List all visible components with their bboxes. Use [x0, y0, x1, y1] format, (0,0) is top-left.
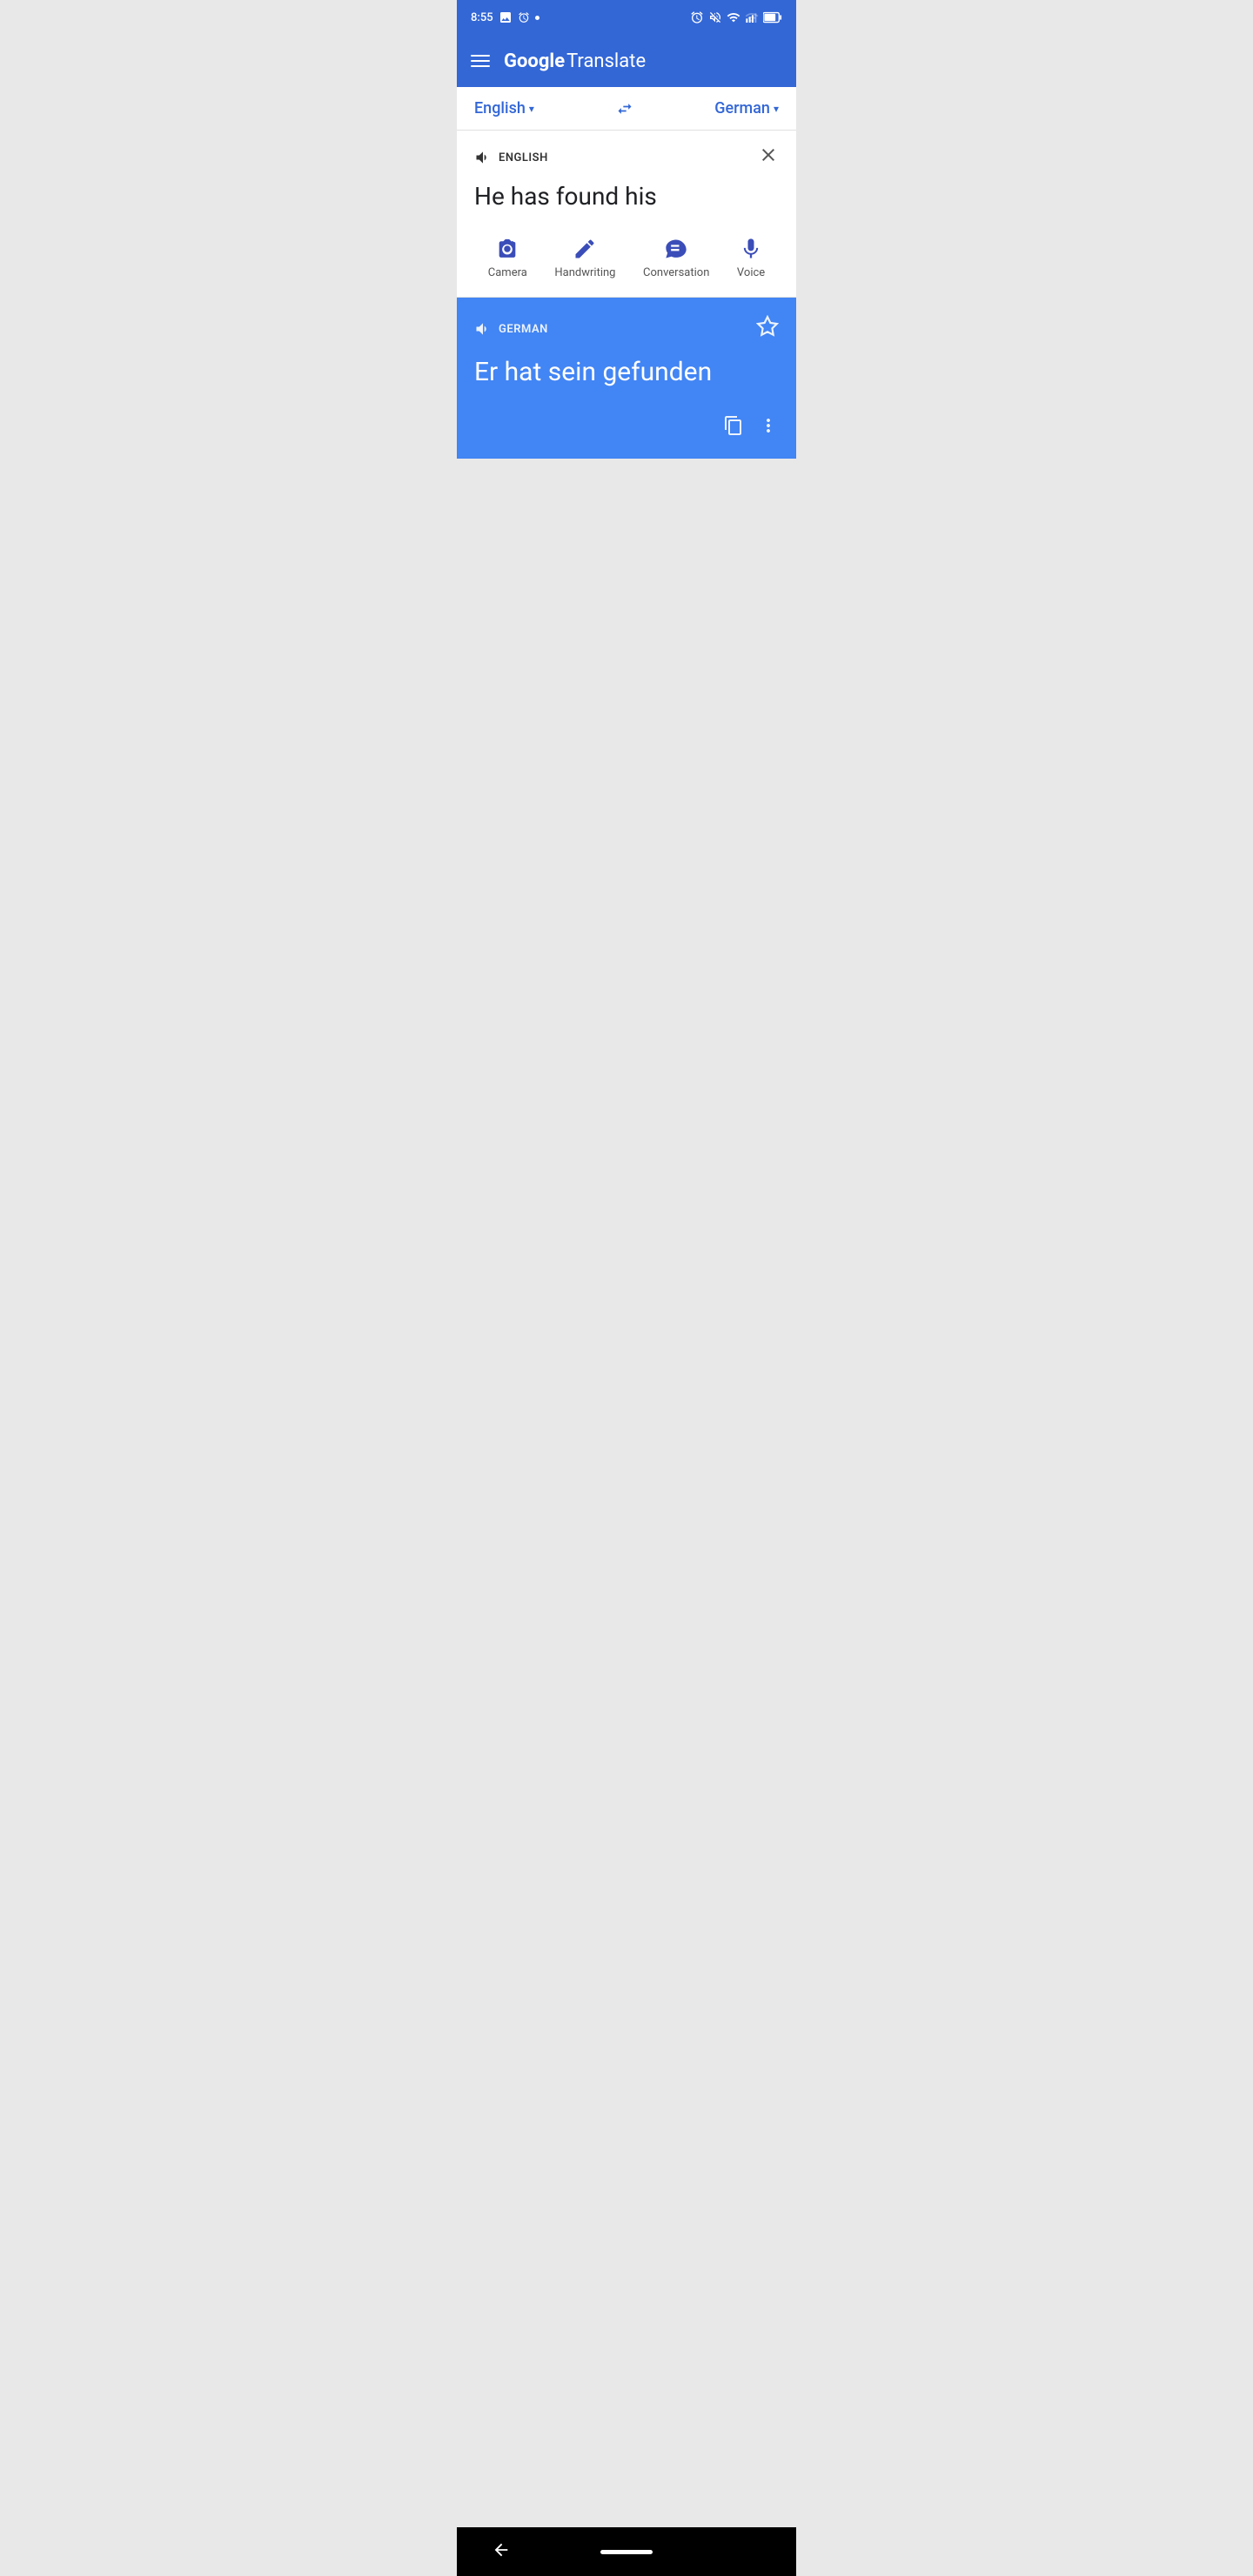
nav-bar	[457, 2527, 796, 2576]
alarm-icon	[690, 10, 704, 24]
alarm-status-icon	[518, 11, 530, 23]
close-icon	[758, 144, 779, 165]
target-language-label: German	[714, 99, 770, 117]
swap-languages-button[interactable]	[613, 100, 637, 117]
menu-icon	[471, 55, 490, 57]
swap-icon	[613, 100, 637, 117]
more-icon	[758, 415, 779, 436]
input-text[interactable]: He has found his	[474, 181, 779, 212]
source-language-label: English	[474, 99, 526, 117]
back-icon	[492, 2540, 511, 2559]
translation-header: GERMAN	[474, 315, 779, 343]
more-options-button[interactable]	[758, 415, 779, 441]
voice-button[interactable]: Voice	[737, 237, 765, 279]
camera-label: Camera	[488, 266, 527, 279]
target-language-button[interactable]: German ▾	[714, 99, 779, 117]
translation-text: Er hat sein gefunden	[474, 355, 779, 389]
menu-button[interactable]	[471, 55, 490, 67]
menu-icon	[471, 60, 490, 62]
speaker-translation-icon[interactable]	[474, 320, 492, 338]
photo-icon	[499, 10, 513, 24]
google-brand: Google	[504, 50, 565, 72]
menu-icon	[471, 65, 490, 67]
input-section: ENGLISH He has found his Camera Handwrit…	[457, 131, 796, 298]
copy-button[interactable]	[723, 415, 744, 441]
battery-icon	[763, 11, 782, 23]
source-language-button[interactable]: English ▾	[474, 99, 534, 117]
speaker-icon[interactable]	[474, 149, 492, 166]
status-time: 8:55	[471, 11, 493, 24]
conversation-button[interactable]: Conversation	[643, 237, 709, 279]
handwriting-label: Handwriting	[554, 266, 615, 279]
input-header: ENGLISH	[474, 144, 779, 171]
camera-button[interactable]: Camera	[488, 237, 527, 279]
status-left: 8:55	[471, 10, 539, 24]
language-selector: English ▾ German ▾	[457, 87, 796, 131]
conversation-icon	[664, 237, 688, 261]
wifi-icon	[727, 10, 740, 24]
app-bar: Google Translate	[457, 35, 796, 87]
mute-icon	[708, 10, 722, 24]
translation-language-label: GERMAN	[474, 320, 548, 338]
translation-lang-text: GERMAN	[499, 323, 548, 336]
translation-actions	[474, 415, 779, 441]
camera-icon	[495, 237, 519, 261]
source-lang-dropdown-icon: ▾	[529, 103, 534, 115]
input-lang-text: ENGLISH	[499, 151, 548, 164]
input-language-label: ENGLISH	[474, 149, 548, 166]
translation-section: GERMAN Er hat sein gefunden	[457, 298, 796, 459]
clear-button[interactable]	[758, 144, 779, 171]
status-bar: 8:55	[457, 0, 796, 35]
back-button[interactable]	[492, 2540, 511, 2564]
voice-icon	[739, 237, 763, 261]
action-buttons: Camera Handwriting Conversation Voice	[474, 230, 779, 283]
voice-label: Voice	[737, 266, 765, 279]
status-right	[690, 10, 782, 24]
signal-icon	[745, 10, 759, 24]
copy-icon	[723, 415, 744, 436]
app-title: Google Translate	[504, 50, 646, 72]
app-name: Translate	[566, 50, 646, 72]
favorite-button[interactable]	[756, 315, 779, 343]
gray-area	[457, 459, 796, 737]
star-icon	[756, 315, 779, 338]
conversation-label: Conversation	[643, 266, 709, 279]
notification-dot	[535, 16, 539, 20]
handwriting-button[interactable]: Handwriting	[554, 237, 615, 279]
target-lang-dropdown-icon: ▾	[774, 103, 779, 115]
home-indicator[interactable]	[600, 2550, 653, 2554]
handwriting-icon	[573, 237, 597, 261]
